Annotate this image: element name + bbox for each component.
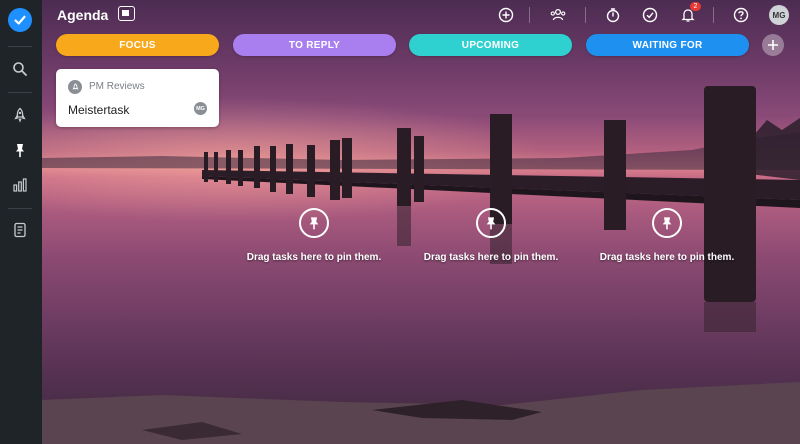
plus-circle-icon xyxy=(498,7,514,23)
completed-tasks-button[interactable] xyxy=(640,5,660,25)
sidebar xyxy=(0,0,42,444)
header-divider xyxy=(529,7,530,23)
team-icon xyxy=(550,8,566,21)
pin-icon xyxy=(16,144,24,158)
plus-icon xyxy=(768,40,778,50)
task-project-name: PM Reviews xyxy=(89,81,145,92)
sidebar-item-projects[interactable] xyxy=(9,104,31,126)
column-upcoming[interactable]: UPCOMING xyxy=(409,34,572,56)
stopwatch-icon xyxy=(606,8,620,23)
column-to-reply[interactable]: TO REPLY xyxy=(233,34,396,56)
project-icon xyxy=(68,80,82,94)
task-card[interactable]: PM Reviews Meistertask MG xyxy=(56,69,219,127)
notifications-button[interactable]: 2 xyxy=(678,2,701,25)
add-column-button[interactable] xyxy=(762,34,784,56)
sidebar-divider xyxy=(8,208,32,209)
pin-icon xyxy=(662,217,672,230)
notification-badge: 2 xyxy=(690,2,701,11)
task-title: Meistertask xyxy=(68,103,130,117)
rocket-icon xyxy=(72,82,78,90)
pin-zone-circle xyxy=(299,208,329,238)
add-task-button[interactable] xyxy=(496,5,516,25)
header-divider xyxy=(585,7,586,23)
pin-drop-zone[interactable]: Drag tasks here to pin them. xyxy=(239,208,389,263)
notes-icon xyxy=(14,222,26,238)
calendar-icon xyxy=(122,10,129,16)
time-tracking-button[interactable] xyxy=(603,5,623,25)
sidebar-item-agenda[interactable] xyxy=(9,139,31,161)
pin-icon xyxy=(486,217,496,230)
help-icon xyxy=(733,7,749,23)
pin-icon xyxy=(309,217,319,230)
pin-zone-circle xyxy=(476,208,506,238)
search-icon xyxy=(13,62,27,76)
sidebar-divider xyxy=(8,46,32,47)
task-assignee-avatar: MG xyxy=(194,102,207,115)
pin-zone-text: Drag tasks here to pin them. xyxy=(423,252,559,263)
header-divider xyxy=(713,7,714,23)
agenda-view-toggle[interactable] xyxy=(118,6,135,21)
team-button[interactable] xyxy=(548,5,568,25)
check-circle-icon xyxy=(642,7,658,23)
column-waiting-for[interactable]: WAITING FOR xyxy=(586,34,749,56)
checkmark-icon xyxy=(14,15,26,25)
column-focus[interactable]: FOCUS xyxy=(56,34,219,56)
pin-zone-text: Drag tasks here to pin them. xyxy=(599,252,735,263)
help-button[interactable] xyxy=(731,5,751,25)
sidebar-item-notes[interactable] xyxy=(9,219,31,241)
sidebar-item-search[interactable] xyxy=(9,58,31,80)
sidebar-divider xyxy=(8,92,32,93)
pin-zone-circle xyxy=(652,208,682,238)
page-title: Agenda xyxy=(57,7,109,23)
sidebar-item-reports[interactable] xyxy=(9,174,31,196)
pin-zone-text: Drag tasks here to pin them. xyxy=(246,252,382,263)
app-logo[interactable] xyxy=(8,8,32,32)
bar-chart-icon xyxy=(13,178,27,192)
rocket-icon xyxy=(14,107,26,123)
pin-drop-zone[interactable]: Drag tasks here to pin them. xyxy=(592,208,742,263)
pin-drop-zone[interactable]: Drag tasks here to pin them. xyxy=(416,208,566,263)
top-bar: Agenda 2 MG xyxy=(42,0,800,30)
user-avatar[interactable]: MG xyxy=(769,5,789,25)
